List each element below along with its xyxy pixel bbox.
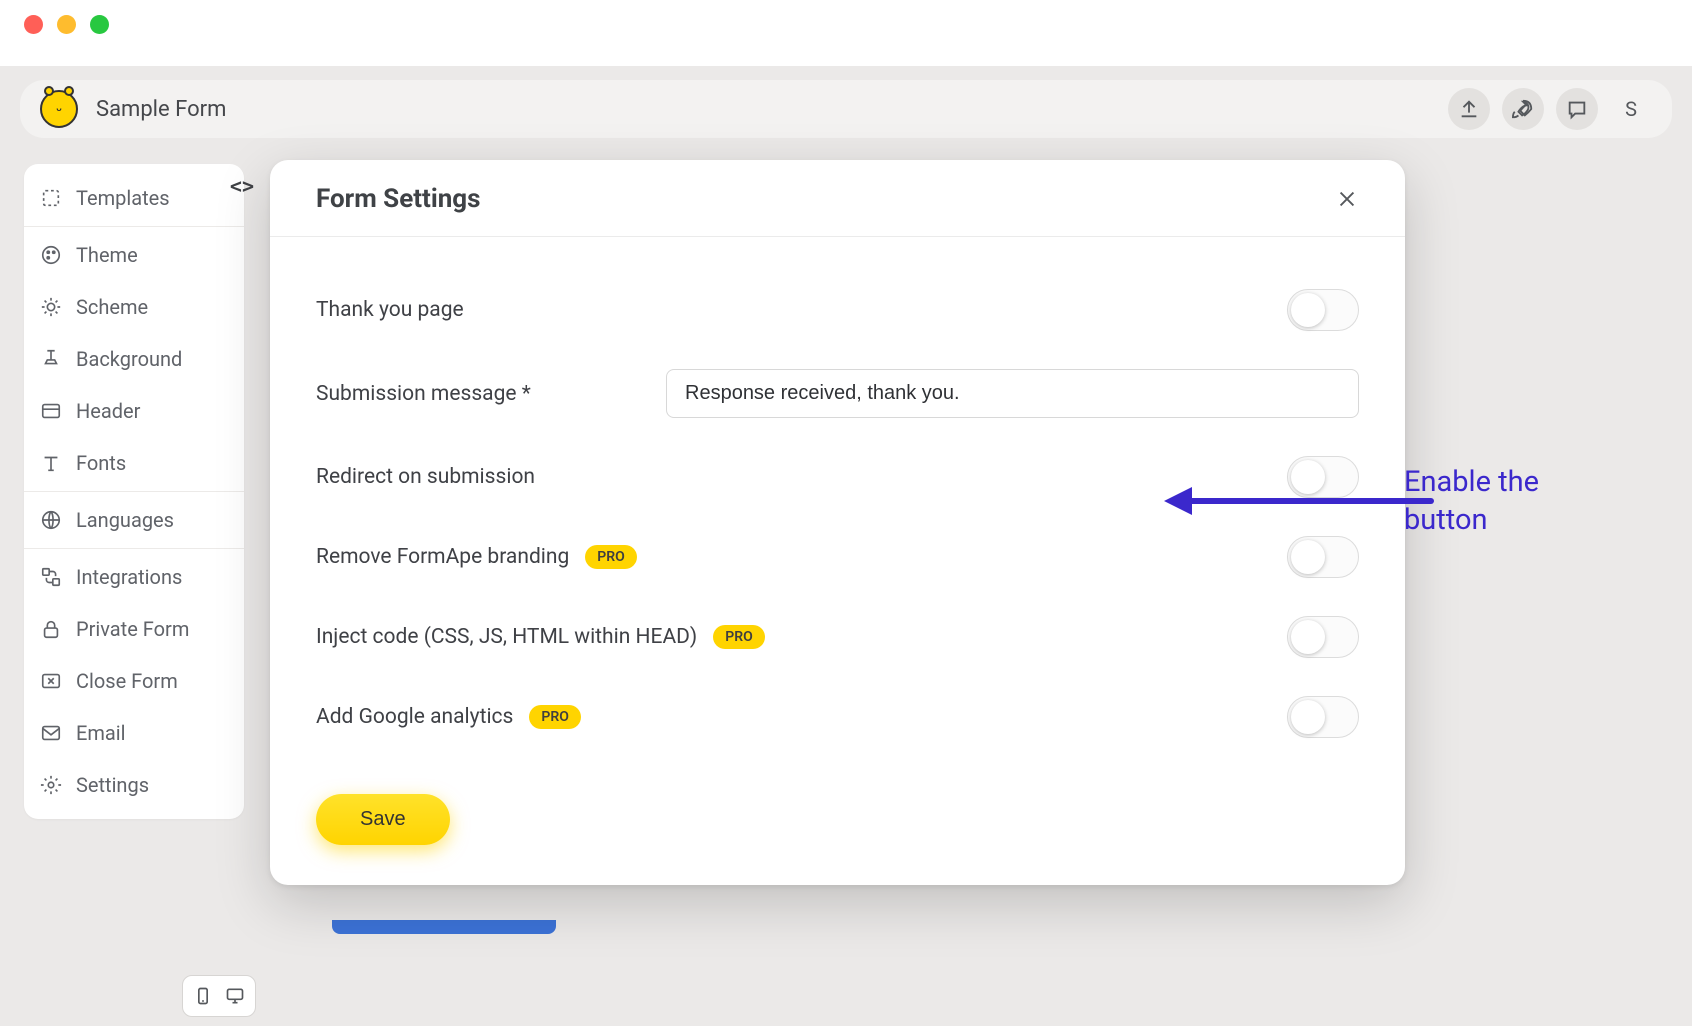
monitor-icon bbox=[225, 986, 245, 1006]
sidebar-item-scheme[interactable]: Scheme bbox=[24, 281, 244, 333]
setting-label: Remove FormApe branding bbox=[316, 545, 569, 569]
window-close-dot[interactable] bbox=[24, 15, 43, 34]
submission-message-input[interactable] bbox=[666, 369, 1359, 418]
globe-icon bbox=[40, 509, 62, 531]
sun-icon bbox=[40, 296, 62, 318]
form-title[interactable]: Sample Form bbox=[96, 97, 226, 122]
sidebar-item-label: Languages bbox=[76, 508, 174, 532]
modal-close-button[interactable] bbox=[1335, 187, 1359, 211]
sidebar-item-background[interactable]: Background bbox=[24, 333, 244, 385]
sidebar-item-email[interactable]: Email bbox=[24, 707, 244, 759]
sidebar: Templates Theme Scheme Background Header… bbox=[24, 164, 244, 819]
window-controls bbox=[24, 15, 109, 34]
sidebar-item-close-form[interactable]: Close Form bbox=[24, 655, 244, 707]
setting-label: Add Google analytics bbox=[316, 705, 513, 729]
upload-button[interactable] bbox=[1448, 88, 1490, 130]
integrations-icon bbox=[40, 566, 62, 588]
lock-icon bbox=[40, 618, 62, 640]
sidebar-item-label: Templates bbox=[76, 186, 170, 210]
toggle-thank-you-page[interactable] bbox=[1287, 289, 1359, 331]
header-icon bbox=[40, 400, 62, 422]
chat-icon bbox=[1566, 98, 1588, 120]
background-form-stub bbox=[332, 920, 556, 934]
sidebar-item-fonts[interactable]: Fonts bbox=[24, 437, 244, 489]
top-actions: S bbox=[1448, 88, 1652, 130]
sidebar-item-label: Private Form bbox=[76, 617, 189, 641]
annotation-line2: button bbox=[1404, 502, 1539, 540]
setting-inject-code: Inject code (CSS, JS, HTML within HEAD) … bbox=[316, 616, 1359, 658]
setting-submission-message: Submission message * bbox=[316, 369, 1359, 418]
type-icon bbox=[40, 452, 62, 474]
setting-google-analytics: Add Google analytics PRO bbox=[316, 696, 1359, 738]
window-minimize-dot[interactable] bbox=[57, 15, 76, 34]
modal-body: Thank you page Submission message * Redi… bbox=[270, 237, 1405, 885]
templates-icon bbox=[40, 187, 62, 209]
close-form-icon bbox=[40, 670, 62, 692]
setting-thank-you-page: Thank you page bbox=[316, 289, 1359, 331]
sidebar-item-languages[interactable]: Languages bbox=[24, 494, 244, 546]
upload-icon bbox=[1458, 98, 1480, 120]
sidebar-item-label: Fonts bbox=[76, 451, 126, 475]
sidebar-item-theme[interactable]: Theme bbox=[24, 229, 244, 281]
mail-icon bbox=[40, 722, 62, 744]
pro-badge: PRO bbox=[585, 545, 637, 569]
form-settings-modal: Form Settings Thank you page Submission … bbox=[270, 160, 1405, 885]
setting-remove-branding: Remove FormApe branding PRO bbox=[316, 536, 1359, 578]
toggle-google-analytics[interactable] bbox=[1287, 696, 1359, 738]
sidebar-divider bbox=[24, 548, 244, 549]
setting-label: Submission message * bbox=[316, 382, 626, 406]
sidebar-item-label: Header bbox=[76, 399, 140, 423]
setting-label: Redirect on submission bbox=[316, 465, 535, 489]
desktop-view-button[interactable] bbox=[219, 980, 251, 1012]
toggle-redirect-on-submission[interactable] bbox=[1287, 456, 1359, 498]
palette-icon bbox=[40, 244, 62, 266]
sidebar-item-label: Theme bbox=[76, 243, 138, 267]
sidebar-item-integrations[interactable]: Integrations bbox=[24, 551, 244, 603]
device-view-toggle bbox=[182, 975, 256, 1017]
setting-label: Inject code (CSS, JS, HTML within HEAD) bbox=[316, 625, 697, 649]
toggle-inject-code[interactable] bbox=[1287, 616, 1359, 658]
sidebar-item-label: Integrations bbox=[76, 565, 182, 589]
sidebar-item-label: Background bbox=[76, 347, 182, 371]
window-maximize-dot[interactable] bbox=[90, 15, 109, 34]
code-toggle-icon[interactable]: <> bbox=[230, 174, 254, 198]
pro-badge: PRO bbox=[713, 625, 765, 649]
annotation-text: Enable the button bbox=[1404, 464, 1539, 539]
modal-header: Form Settings bbox=[270, 160, 1405, 237]
sidebar-item-settings[interactable]: Settings bbox=[24, 759, 244, 811]
modal-title: Form Settings bbox=[316, 184, 481, 214]
sidebar-item-label: Email bbox=[76, 721, 126, 745]
setting-label: Thank you page bbox=[316, 298, 464, 322]
sidebar-divider bbox=[24, 491, 244, 492]
rocket-icon bbox=[1512, 98, 1534, 120]
sidebar-wrap: <> Templates Theme Scheme Background Hea… bbox=[24, 164, 244, 819]
feedback-button[interactable] bbox=[1556, 88, 1598, 130]
pin-icon bbox=[40, 348, 62, 370]
sidebar-item-label: Scheme bbox=[76, 295, 148, 319]
sidebar-item-private[interactable]: Private Form bbox=[24, 603, 244, 655]
user-avatar[interactable]: S bbox=[1610, 88, 1652, 130]
app-logo[interactable]: ᴗ bbox=[40, 90, 78, 128]
sidebar-divider bbox=[24, 226, 244, 227]
close-icon bbox=[1336, 188, 1358, 210]
annotation-line1: Enable the bbox=[1404, 464, 1539, 502]
publish-button[interactable] bbox=[1502, 88, 1544, 130]
sidebar-item-label: Close Form bbox=[76, 669, 178, 693]
gear-icon bbox=[40, 774, 62, 796]
setting-redirect-on-submission: Redirect on submission bbox=[316, 456, 1359, 498]
save-button[interactable]: Save bbox=[316, 794, 450, 845]
phone-icon bbox=[193, 986, 213, 1006]
sidebar-item-templates[interactable]: Templates bbox=[24, 172, 244, 224]
top-bar: ᴗ Sample Form S bbox=[20, 80, 1672, 138]
toggle-remove-branding[interactable] bbox=[1287, 536, 1359, 578]
sidebar-item-label: Settings bbox=[76, 773, 149, 797]
mobile-view-button[interactable] bbox=[187, 980, 219, 1012]
sidebar-item-header[interactable]: Header bbox=[24, 385, 244, 437]
pro-badge: PRO bbox=[529, 705, 581, 729]
